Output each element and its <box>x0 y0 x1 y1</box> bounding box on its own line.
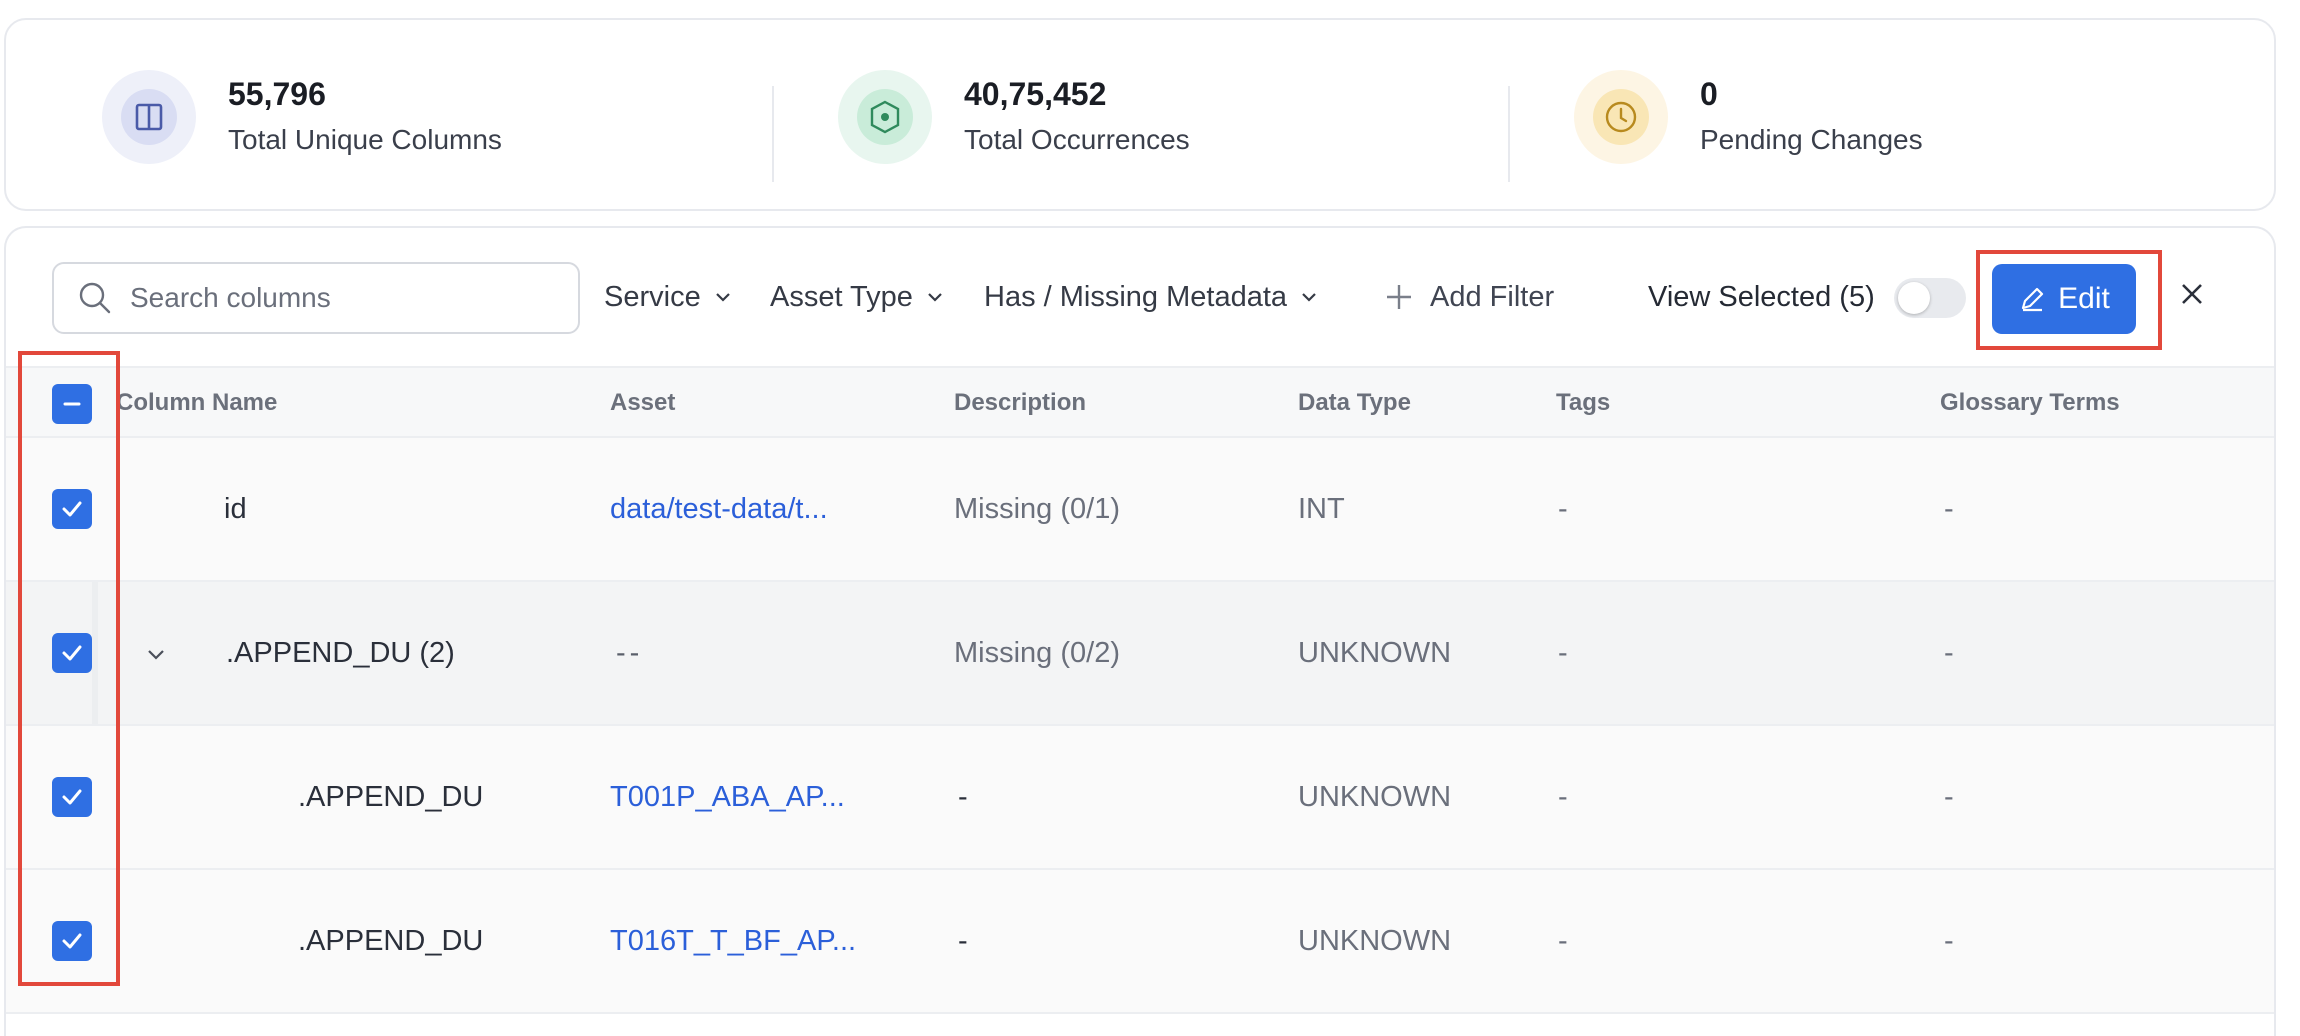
cell-column-name: id <box>224 492 247 525</box>
edit-label: Edit <box>2058 282 2110 315</box>
clock-icon <box>1593 88 1649 145</box>
cell-tags: - <box>1558 636 1568 669</box>
add-filter-label: Add Filter <box>1430 280 1555 313</box>
table-header: Column Name Asset Description Data Type … <box>6 366 2274 438</box>
cell-asset-link[interactable]: data/test-data/t... <box>610 438 828 580</box>
cell-asset: -- <box>616 636 644 669</box>
cell-data-type: UNKNOWN <box>1298 636 1452 669</box>
header-data-type[interactable]: Data Type <box>1298 368 1411 438</box>
stat-value: 55,796 <box>228 75 326 112</box>
cell-data-type: UNKNOWN <box>1298 924 1452 957</box>
cell-description: Missing (0/2) <box>954 636 1120 669</box>
checkbox-highlight-box <box>18 351 120 986</box>
edit-button[interactable]: Edit <box>1992 264 2136 334</box>
chevron-down-icon <box>1299 287 1319 307</box>
cell-glossary: - <box>1944 924 1954 957</box>
toolbar: Service Asset Type Has / Missing Metadat… <box>6 228 2274 366</box>
occurrence-target-icon <box>857 88 913 145</box>
cell-asset-link[interactable]: T016T_T_BF_AP... <box>610 870 856 1012</box>
pencil-icon <box>2018 285 2046 313</box>
table-row[interactable]: .APPEND_DU T016T_T_BF_AP... - UNKNOWN - … <box>6 870 2274 1014</box>
header-asset[interactable]: Asset <box>610 368 675 438</box>
cell-description: Missing (0/1) <box>954 492 1120 525</box>
cell-column-name: .APPEND_DU <box>298 780 484 813</box>
cell-asset-link[interactable]: T001P_ABA_AP... <box>610 726 845 868</box>
cell-column-name: .APPEND_DU <box>298 924 484 957</box>
table-row-group[interactable]: .APPEND_DU (2) -- Missing (0/2) UNKNOWN … <box>6 582 2274 726</box>
divider <box>1508 86 1510 182</box>
cell-glossary: - <box>1944 780 1954 813</box>
header-column-name[interactable]: Column Name <box>116 368 277 438</box>
cell-description: - <box>958 924 968 957</box>
stat-icon-wrapper <box>1574 69 1668 164</box>
view-selected-toggle[interactable] <box>1894 278 1966 318</box>
stat-label: Total Occurrences <box>964 123 1190 155</box>
table-row[interactable]: id data/test-data/t... Missing (0/1) INT… <box>6 438 2274 582</box>
search-box[interactable] <box>52 262 580 334</box>
stat-total-occurrences: 40,75,452 Total Occurrences <box>838 20 1190 213</box>
filter-label: Service <box>604 280 701 313</box>
stats-card: 55,796 Total Unique Columns 40,75,452 To… <box>4 18 2276 211</box>
header-tags[interactable]: Tags <box>1556 368 1610 438</box>
plus-icon <box>1384 282 1414 312</box>
cell-tags: - <box>1558 780 1568 813</box>
cell-data-type: INT <box>1298 492 1345 525</box>
cell-description: - <box>958 780 968 813</box>
search-icon <box>78 281 112 315</box>
filter-label: Asset Type <box>770 280 913 313</box>
search-input[interactable] <box>130 282 550 314</box>
table-row[interactable]: .APPEND_DU T001P_ABA_AP... - UNKNOWN - - <box>6 726 2274 870</box>
cell-glossary: - <box>1944 492 1954 525</box>
stat-total-unique-columns: 55,796 Total Unique Columns <box>102 20 502 213</box>
cell-column-name: .APPEND_DU (2) <box>226 636 455 669</box>
filter-metadata-dropdown[interactable]: Has / Missing Metadata <box>984 274 1319 320</box>
toggle-knob <box>1898 282 1930 314</box>
filter-asset-type-dropdown[interactable]: Asset Type <box>770 274 945 320</box>
stat-icon-wrapper <box>838 69 932 164</box>
stat-pending-changes: 0 Pending Changes <box>1574 20 1923 213</box>
close-icon[interactable] <box>2172 274 2212 314</box>
header-description[interactable]: Description <box>954 368 1086 438</box>
chevron-down-icon <box>713 287 733 307</box>
chevron-down-icon <box>925 287 945 307</box>
cell-tags: - <box>1558 924 1568 957</box>
columns-icon <box>121 88 177 145</box>
divider <box>772 86 774 182</box>
chevron-down-icon[interactable] <box>142 640 170 668</box>
stat-label: Pending Changes <box>1700 123 1923 155</box>
view-selected-label: View Selected (5) <box>1648 280 1875 313</box>
stat-label: Total Unique Columns <box>228 123 502 155</box>
filter-label: Has / Missing Metadata <box>984 280 1288 313</box>
stat-icon-wrapper <box>102 69 196 164</box>
filter-service-dropdown[interactable]: Service <box>604 274 733 320</box>
cell-data-type: UNKNOWN <box>1298 780 1452 813</box>
stat-value: 0 <box>1700 75 1718 112</box>
columns-table-card: Service Asset Type Has / Missing Metadat… <box>4 226 2276 1036</box>
header-glossary-terms[interactable]: Glossary Terms <box>1940 368 2120 438</box>
stat-value: 40,75,452 <box>964 75 1107 112</box>
add-filter-button[interactable]: Add Filter <box>1384 274 1554 320</box>
cell-tags: - <box>1558 492 1568 525</box>
cell-glossary: - <box>1944 636 1954 669</box>
